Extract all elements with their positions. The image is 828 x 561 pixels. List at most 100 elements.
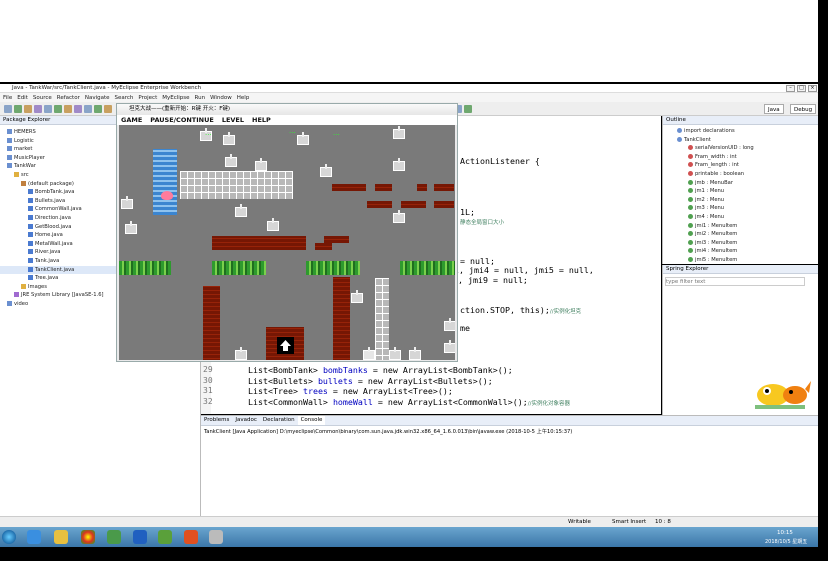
outline-item[interactable]: jmi3 : MenuItem [663, 239, 818, 248]
toolbar-button-icon[interactable] [44, 105, 52, 113]
app-icon-green[interactable] [107, 530, 121, 544]
code-comment-size: 静态全局窗口大小 [460, 220, 505, 226]
menu-file[interactable]: File [3, 95, 12, 101]
menu-myeclipse[interactable]: MyEclipse [162, 95, 189, 101]
outline-tab[interactable]: Outline [663, 116, 818, 125]
toolbar-button-icon[interactable] [4, 105, 12, 113]
outline-item[interactable]: jmi4 : MenuItem [663, 247, 818, 256]
perspective-debug[interactable]: Debug [790, 104, 817, 114]
brick-wall [401, 201, 426, 208]
app-icon-paint[interactable] [158, 530, 172, 544]
tank-war-window[interactable]: 坦克大战——(重新开始：R键 开火：F键) GAME PAUSE/CONTINUE… [116, 103, 458, 362]
toolbar-button-icon[interactable] [104, 105, 112, 113]
hud-text-1: ... [205, 129, 212, 137]
ie-icon[interactable] [27, 530, 41, 544]
project-icon [7, 129, 12, 134]
menu-run[interactable]: Run [195, 95, 206, 101]
code-type: List<Bullets> [248, 375, 313, 386]
toolbar-button-icon[interactable] [74, 105, 82, 113]
code-partial-class: ActionListener { [460, 156, 540, 166]
bottom-black-band [0, 547, 828, 561]
java-file-icon [28, 232, 33, 238]
spring-filter-input[interactable] [665, 277, 805, 286]
outline-item[interactable]: TankClient [663, 136, 818, 145]
perspective-java[interactable]: Java [764, 104, 784, 114]
java-icon[interactable] [209, 530, 223, 544]
package-tree-label: MetalWall.java [35, 240, 73, 247]
folder-icon [14, 171, 19, 177]
outline-item[interactable]: jmi5 : MenuItem [663, 256, 818, 265]
toolbar-button-icon[interactable] [464, 105, 472, 113]
menu-source[interactable]: Source [33, 95, 52, 101]
toolbar-button-icon[interactable] [24, 105, 32, 113]
field-icon [688, 205, 693, 211]
brick-wall [332, 184, 366, 191]
outline-item[interactable]: Fram_width : int [663, 153, 818, 162]
console-tab-declaration[interactable]: Declaration [260, 416, 298, 425]
java-file-icon [28, 249, 33, 255]
menu-window[interactable]: Window [210, 95, 232, 101]
chrome-icon[interactable] [81, 530, 95, 544]
console-header: TankClient [Java Application] D:\myeclip… [204, 429, 573, 435]
outline-item[interactable]: jm2 : Menu [663, 196, 818, 205]
hud-text-2: ... [289, 127, 296, 135]
enemy-tank-icon [393, 210, 405, 223]
outline-item[interactable]: serialVersionUID : long [663, 144, 818, 153]
menu-navigate[interactable]: Navigate [85, 95, 110, 101]
minimize-icon[interactable]: – [786, 85, 795, 92]
toolbar-button-icon[interactable] [14, 105, 22, 113]
code-name: homeWall [332, 396, 373, 407]
library-icon [14, 292, 19, 298]
console-tab-console[interactable]: Console [297, 416, 326, 425]
outline-item[interactable]: import declarations [663, 127, 818, 136]
brick-wall [203, 286, 220, 360]
game-menu-help[interactable]: HELP [252, 116, 271, 124]
brick-wall [212, 236, 306, 250]
outline-item[interactable]: jmi1 : MenuItem [663, 222, 818, 231]
maximize-icon[interactable]: □ [797, 85, 806, 92]
menu-refactor[interactable]: Refactor [57, 95, 80, 101]
package-icon [21, 180, 26, 186]
outline-item[interactable]: jm1 : Menu [663, 187, 818, 196]
code-name: trees [302, 386, 328, 396]
outline-item[interactable]: jmb : MenuBar [663, 179, 818, 188]
package-tree-label: Bullets.java [35, 197, 66, 204]
toolbar-button-icon[interactable] [34, 105, 42, 113]
spring-explorer-tab[interactable]: Spring Explorer [663, 265, 818, 274]
toolbar-button-icon[interactable] [54, 105, 62, 113]
enemy-tank-icon [393, 158, 405, 171]
game-menu-level[interactable]: LEVEL [222, 116, 244, 124]
package-tree-label: JRE System Library [JavaSE-1.6] [21, 292, 104, 299]
brick-wall [434, 184, 454, 191]
recorder-icon[interactable] [184, 530, 198, 544]
outline-label: jm4 : Menu [695, 213, 725, 220]
outline-item[interactable]: jm3 : Menu [663, 204, 818, 213]
explorer-icon[interactable] [54, 530, 68, 544]
outline-item[interactable]: printable : boolean [663, 170, 818, 179]
close-icon[interactable]: × [808, 85, 817, 92]
menu-help[interactable]: Help [237, 95, 250, 101]
start-button-icon[interactable] [2, 530, 16, 544]
hud-text-3: ... [333, 129, 340, 137]
outline-item[interactable]: jmi2 : MenuItem [663, 230, 818, 239]
game-field[interactable]: ... ... ... [119, 125, 455, 360]
toolbar-button-icon[interactable] [94, 105, 102, 113]
menu-project[interactable]: Project [138, 95, 157, 101]
code-comment: //实例化对象容器 [527, 400, 570, 407]
field-icon [688, 222, 693, 228]
menu-search[interactable]: Search [115, 95, 134, 101]
code-partial-stop-text: ction.STOP, this); [460, 305, 550, 315]
status-insert-mode: Smart Insert [612, 519, 647, 525]
console-tab-javadoc[interactable]: Javadoc [232, 416, 260, 425]
game-menu-pause-continue[interactable]: PAUSE/CONTINUE [150, 116, 214, 124]
outline-item[interactable]: jm4 : Menu [663, 213, 818, 222]
steel-wall [180, 171, 293, 199]
toolbar-button-icon[interactable] [84, 105, 92, 113]
menu-edit[interactable]: Edit [17, 95, 28, 101]
code-line: List<BombTank> bombTanks = new ArrayList… [248, 365, 513, 375]
console-tab-problems[interactable]: Problems [201, 416, 232, 425]
toolbar-button-icon[interactable] [64, 105, 72, 113]
outline-item[interactable]: Fram_length : int [663, 161, 818, 170]
game-menu-game[interactable]: GAME [121, 116, 142, 124]
myeclipse-icon[interactable] [133, 530, 147, 544]
